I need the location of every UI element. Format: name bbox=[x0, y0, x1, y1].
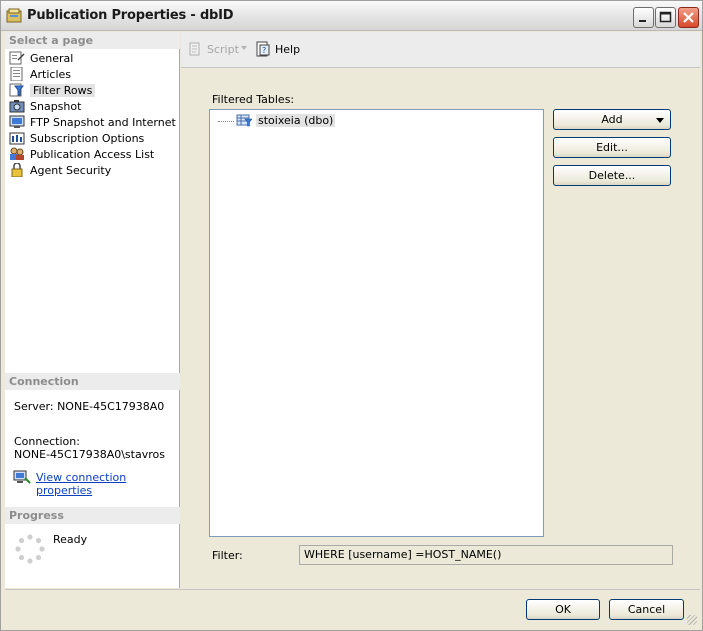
close-button[interactable] bbox=[678, 7, 699, 28]
toolbar: Script ? Help bbox=[181, 32, 700, 68]
access-list-page-icon bbox=[10, 147, 24, 160]
select-page-header: Select a page bbox=[5, 32, 180, 49]
page-item-label: Publication Access List bbox=[30, 147, 155, 161]
script-icon bbox=[189, 42, 200, 56]
ok-button[interactable]: OK bbox=[526, 599, 600, 620]
page-item-snapshot[interactable]: Snapshot bbox=[9, 98, 81, 114]
help-icon: ? bbox=[256, 41, 270, 57]
articles-page-icon bbox=[10, 67, 23, 81]
script-button[interactable]: Script bbox=[187, 41, 239, 57]
server-text: Server: NONE-45C17938A0 bbox=[14, 400, 165, 413]
help-button[interactable]: ? Help bbox=[255, 41, 300, 57]
table-name: stoixeia (dbo) bbox=[256, 113, 336, 127]
page-item-filter-rows[interactable]: Filter Rows bbox=[9, 82, 96, 98]
page-item-articles[interactable]: Articles bbox=[9, 66, 71, 82]
window-title: Publication Properties - dbID bbox=[27, 8, 234, 23]
left-pane: Select a page General Articles Filter Ro… bbox=[5, 32, 180, 588]
publication-app-icon bbox=[6, 8, 22, 23]
add-label: Add bbox=[601, 113, 623, 126]
dialog-footer: OK Cancel bbox=[5, 589, 700, 628]
view-connection-properties-link[interactable]: View connection properties bbox=[36, 471, 179, 497]
svg-text:?: ? bbox=[262, 46, 266, 55]
script-label: Script bbox=[207, 42, 239, 56]
add-button[interactable]: Add bbox=[553, 109, 671, 130]
page-item-label: Subscription Options bbox=[30, 131, 145, 145]
subscription-options-page-icon bbox=[9, 132, 25, 145]
resize-grip-icon[interactable] bbox=[687, 615, 697, 625]
script-dropdown-arrow-icon[interactable] bbox=[241, 46, 247, 50]
connection-value: NONE-45C17938A0\stavros bbox=[14, 448, 165, 461]
page-item-label: FTP Snapshot and Internet bbox=[30, 115, 176, 129]
filter-field[interactable]: WHERE [username] =HOST_NAME() bbox=[299, 545, 673, 565]
agent-security-page-icon bbox=[11, 163, 23, 177]
page-item-publication-access-list[interactable]: Publication Access List bbox=[9, 146, 154, 162]
page-item-label: Snapshot bbox=[30, 99, 82, 113]
page-item-agent-security[interactable]: Agent Security bbox=[9, 162, 111, 178]
minimize-icon bbox=[639, 20, 646, 22]
maximize-button[interactable] bbox=[655, 7, 676, 28]
cancel-button[interactable]: Cancel bbox=[609, 599, 684, 620]
progress-spinner-icon bbox=[15, 534, 45, 564]
filter-rows-content: Filtered Tables: stoixeia (dbo) Add Edit… bbox=[181, 69, 700, 588]
filtered-tables-label: Filtered Tables: bbox=[212, 93, 295, 106]
page-item-label: General bbox=[30, 51, 74, 65]
progress-status: Ready bbox=[53, 533, 88, 546]
help-label: Help bbox=[275, 42, 301, 56]
page-item-subscription-options[interactable]: Subscription Options bbox=[9, 130, 144, 146]
ftp-page-icon bbox=[9, 115, 25, 128]
filter-label: Filter: bbox=[212, 549, 243, 562]
connection-label: Connection: bbox=[14, 435, 80, 448]
delete-button[interactable]: Delete... bbox=[553, 165, 671, 186]
tree-connector bbox=[218, 120, 234, 122]
page-item-general[interactable]: General bbox=[9, 50, 73, 66]
connection-header: Connection bbox=[5, 373, 180, 390]
maximize-icon bbox=[659, 11, 672, 23]
connection-properties-icon bbox=[13, 470, 31, 484]
page-item-ftp-snapshot[interactable]: FTP Snapshot and Internet bbox=[9, 114, 176, 130]
edit-button[interactable]: Edit... bbox=[553, 137, 671, 158]
close-icon bbox=[683, 12, 694, 23]
page-item-label: Articles bbox=[30, 67, 72, 81]
title-bar[interactable]: Publication Properties - dbID bbox=[1, 1, 702, 31]
progress-header: Progress bbox=[5, 507, 180, 524]
page-item-label: Filter Rows bbox=[30, 83, 96, 97]
filtered-table-icon bbox=[236, 114, 252, 127]
publication-properties-window: Publication Properties - dbID Select a p… bbox=[0, 0, 703, 631]
minimize-button[interactable] bbox=[633, 7, 654, 28]
snapshot-page-icon bbox=[9, 100, 25, 113]
filtered-tables-list[interactable]: stoixeia (dbo) bbox=[209, 109, 544, 537]
page-item-label: Agent Security bbox=[30, 163, 112, 177]
list-item[interactable]: stoixeia (dbo) bbox=[218, 113, 336, 127]
dropdown-arrow-icon bbox=[656, 118, 664, 123]
filter-rows-page-icon bbox=[9, 83, 24, 97]
general-page-icon bbox=[9, 51, 25, 65]
